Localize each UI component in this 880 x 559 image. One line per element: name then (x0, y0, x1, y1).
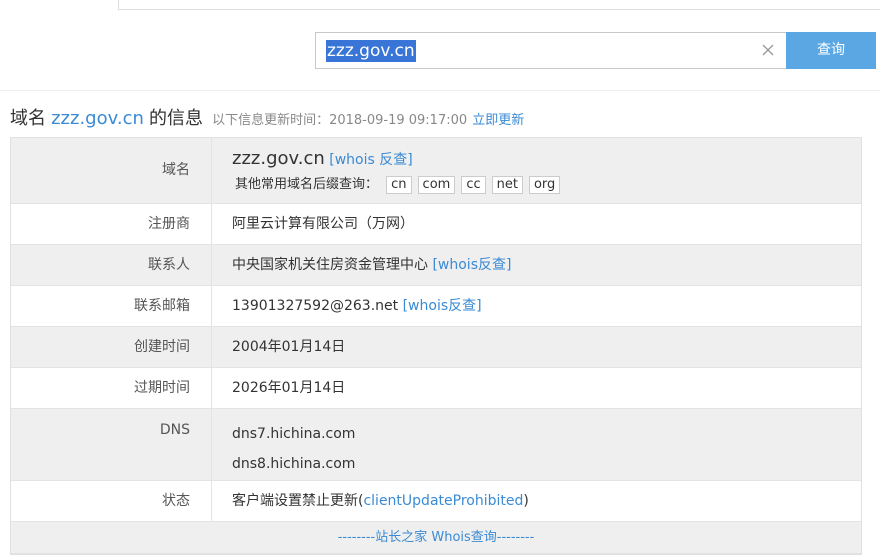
whois-reverse-link[interactable]: [whois反查] (403, 298, 482, 314)
row-email: 联系邮箱 13901327592@263.net [whois反查] (11, 286, 861, 327)
row-dns: DNS dns7.hichina.com dns8.hichina.com (11, 409, 861, 481)
divider (0, 90, 880, 91)
row-label: 联系人 (11, 245, 212, 285)
row-contact: 联系人 中央国家机关住房资金管理中心 [whois反查] (11, 245, 861, 286)
row-registrar: 注册商 阿里云计算有限公司（万网） (11, 204, 861, 245)
browser-tab-strip (0, 0, 880, 10)
update-time: 以下信息更新时间：2018-09-19 09:17:00 (212, 113, 468, 128)
email-value: 13901327592@263.net (232, 298, 399, 314)
search-button[interactable]: 查询 (786, 32, 876, 69)
active-tab[interactable] (0, 0, 119, 10)
update-now-link[interactable]: 立即更新 (472, 113, 524, 128)
row-expires: 过期时间 2026年01月14日 (11, 368, 861, 409)
row-label: 注册商 (11, 204, 212, 244)
close-icon[interactable] (760, 42, 776, 58)
whois-reverse-link[interactable]: [whois 反查] (329, 152, 412, 168)
suffix-link-org[interactable]: org (528, 176, 561, 194)
status-suffix: ) (523, 493, 529, 509)
row-label: 创建时间 (11, 327, 212, 367)
registrar-value: 阿里云计算有限公司（万网） (232, 216, 414, 232)
suffix-link-net[interactable]: net (491, 176, 523, 194)
dns-server: dns8.hichina.com (232, 456, 356, 472)
dns-server: dns7.hichina.com (232, 426, 356, 442)
title-domain: zzz.gov.cn (51, 108, 144, 129)
footer-link[interactable]: --------站长之家 Whois查询-------- (11, 522, 861, 554)
status-code-link[interactable]: clientUpdateProhibited (363, 493, 523, 509)
suffix-link-cn[interactable]: cn (386, 176, 412, 194)
title-suffix: 的信息 (148, 108, 203, 129)
row-label: 过期时间 (11, 368, 212, 408)
suffix-link-cc[interactable]: cc (461, 176, 486, 194)
other-suffix-label: 其他常用域名后缀查询： (235, 177, 379, 192)
status-prefix: 客户端设置禁止更新( (232, 493, 364, 509)
row-value: 13901327592@263.net [whois反查] (212, 286, 861, 326)
row-status: 状态 客户端设置禁止更新(clientUpdateProhibited) (11, 481, 861, 522)
expires-value: 2026年01月14日 (232, 380, 346, 396)
suffix-link-com[interactable]: com (417, 176, 456, 194)
row-label: 状态 (11, 481, 212, 521)
row-created: 创建时间 2004年01月14日 (11, 327, 861, 368)
page-title: 域名 zzz.gov.cn 的信息 以下信息更新时间：2018-09-19 09… (10, 104, 524, 130)
tab-strip-rest (119, 0, 880, 10)
contact-value: 中央国家机关住房资金管理中心 (232, 257, 428, 273)
row-label: 联系邮箱 (11, 286, 212, 326)
search-input[interactable]: zzz.gov.cn (315, 32, 786, 69)
row-value: 中央国家机关住房资金管理中心 [whois反查] (212, 245, 861, 285)
row-label: 域名 (11, 138, 212, 203)
row-value: dns7.hichina.com dns8.hichina.com (212, 409, 861, 480)
row-value: zzz.gov.cn [whois 反查] 其他常用域名后缀查询： cn com c… (212, 138, 861, 203)
row-label: DNS (11, 409, 212, 480)
whois-reverse-link[interactable]: [whois反查] (432, 257, 511, 273)
row-value: 客户端设置禁止更新(clientUpdateProhibited) (212, 481, 861, 521)
search-input-value: zzz.gov.cn (326, 40, 416, 62)
domain-value: zzz.gov.cn (232, 148, 325, 169)
row-domain: 域名 zzz.gov.cn [whois 反查] 其他常用域名后缀查询： cn c… (11, 138, 861, 204)
created-value: 2004年01月14日 (232, 339, 346, 355)
whois-table: 域名 zzz.gov.cn [whois 反查] 其他常用域名后缀查询： cn c… (10, 137, 862, 555)
title-prefix: 域名 (10, 108, 46, 129)
